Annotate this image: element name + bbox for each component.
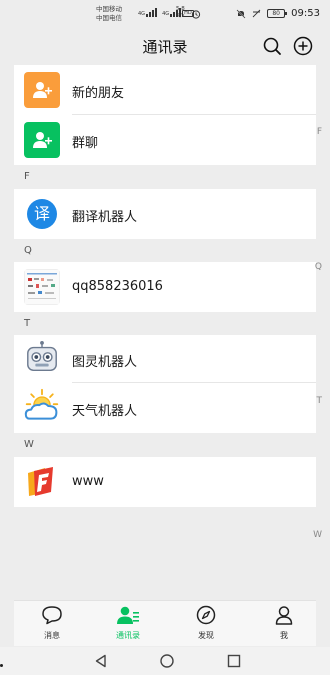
section-header-f: F: [14, 165, 316, 189]
tab-label: 我: [280, 631, 288, 640]
carrier-1: 中国移动: [96, 5, 122, 13]
list-item-turing-bot[interactable]: 图灵机器人: [14, 335, 316, 383]
list-item-new-friends[interactable]: 新的朋友: [14, 65, 316, 115]
list-item-translate-bot[interactable]: 译 翻译机器人: [14, 189, 316, 239]
index-letter-t[interactable]: T: [317, 396, 323, 406]
group-icon: [33, 132, 52, 148]
index-letter-w[interactable]: W: [313, 530, 322, 540]
net-speed: 5.8 K/s: [176, 6, 185, 20]
battery-icon: 80: [267, 9, 288, 18]
tab-label: 通讯录: [116, 631, 140, 640]
carrier-info: 中国移动 中国电信: [96, 5, 122, 23]
recents-icon[interactable]: [227, 654, 241, 668]
section-header-w: W: [14, 433, 316, 457]
wifi-off-icon: [252, 9, 261, 18]
section-header-q: Q: [14, 239, 316, 262]
contact-name: 新的朋友: [72, 86, 125, 101]
tab-contacts[interactable]: 通讯录: [103, 605, 153, 641]
back-icon[interactable]: [94, 654, 108, 668]
colorful-logo-icon: [28, 467, 53, 496]
contacts-list: 新的朋友 群聊 F 译 翻译机器人 Q qq858236016 T 图灵机器人 …: [14, 65, 316, 507]
index-letter-q[interactable]: Q: [315, 262, 322, 272]
screenshot-thumbnail-icon: [25, 270, 59, 304]
tab-discover[interactable]: 发现: [181, 605, 231, 641]
list-item-group-chat[interactable]: 群聊: [14, 115, 316, 165]
tab-label: 发现: [198, 631, 214, 640]
add-icon[interactable]: [293, 36, 313, 56]
net-speed-unit: K/s: [176, 13, 185, 19]
add-friend-icon: [33, 82, 52, 98]
robot-icon: [27, 340, 57, 372]
home-icon[interactable]: [160, 654, 174, 668]
network-type-1: 4G: [138, 11, 146, 17]
contact-name: qq858236016: [72, 279, 163, 294]
compass-icon: [196, 605, 216, 625]
qq-avatar: [24, 269, 60, 305]
weather-icon: [24, 388, 59, 420]
mute-icon: [236, 9, 246, 18]
person-icon: [275, 606, 293, 625]
contacts-icon: [117, 606, 139, 624]
translate-bot-avatar: 译: [24, 196, 60, 232]
network-type-2: 4G: [162, 11, 170, 17]
translate-icon: 译: [27, 199, 57, 229]
section-header-t: T: [14, 312, 316, 335]
search-icon[interactable]: [262, 36, 282, 56]
list-item-weather-bot[interactable]: 天气机器人: [14, 383, 316, 433]
index-letter-f[interactable]: F: [317, 127, 322, 137]
chat-bubble-icon: [42, 606, 62, 625]
bottom-nav: 消息 通讯录 发现 我: [14, 600, 316, 646]
status-bar: 中国移动 中国电信 4G 4G HD 5.8 K/s 80 09:53: [0, 0, 330, 28]
signal-indicators: 4G 4G HD: [138, 8, 194, 17]
system-nav-bar: [0, 647, 330, 675]
contact-name: 图灵机器人: [72, 355, 138, 370]
tab-me[interactable]: 我: [259, 605, 309, 641]
tab-messages[interactable]: 消息: [27, 605, 77, 641]
new-friends-avatar: [24, 72, 60, 108]
list-item-www[interactable]: www: [14, 457, 316, 507]
signal-icon: [146, 8, 158, 17]
weather-bot-avatar: [24, 388, 60, 424]
turing-bot-avatar: [24, 340, 60, 376]
status-right: 80 09:53: [236, 8, 320, 19]
contact-name: 翻译机器人: [72, 210, 138, 225]
group-chat-avatar: [24, 122, 60, 158]
alarm-icon: [191, 10, 201, 19]
screen-dot: [0, 664, 3, 667]
carrier-2: 中国电信: [96, 14, 122, 22]
tab-label: 消息: [44, 631, 60, 640]
contact-name: 天气机器人: [72, 404, 138, 419]
title-bar: 通讯录: [0, 28, 330, 64]
clock: 09:53: [291, 8, 320, 19]
contact-name: 群聊: [72, 136, 99, 151]
list-item-qq[interactable]: qq858236016: [14, 262, 316, 312]
contact-name: www: [72, 474, 104, 489]
net-speed-value: 5.8: [176, 6, 185, 12]
www-avatar: [24, 464, 60, 500]
